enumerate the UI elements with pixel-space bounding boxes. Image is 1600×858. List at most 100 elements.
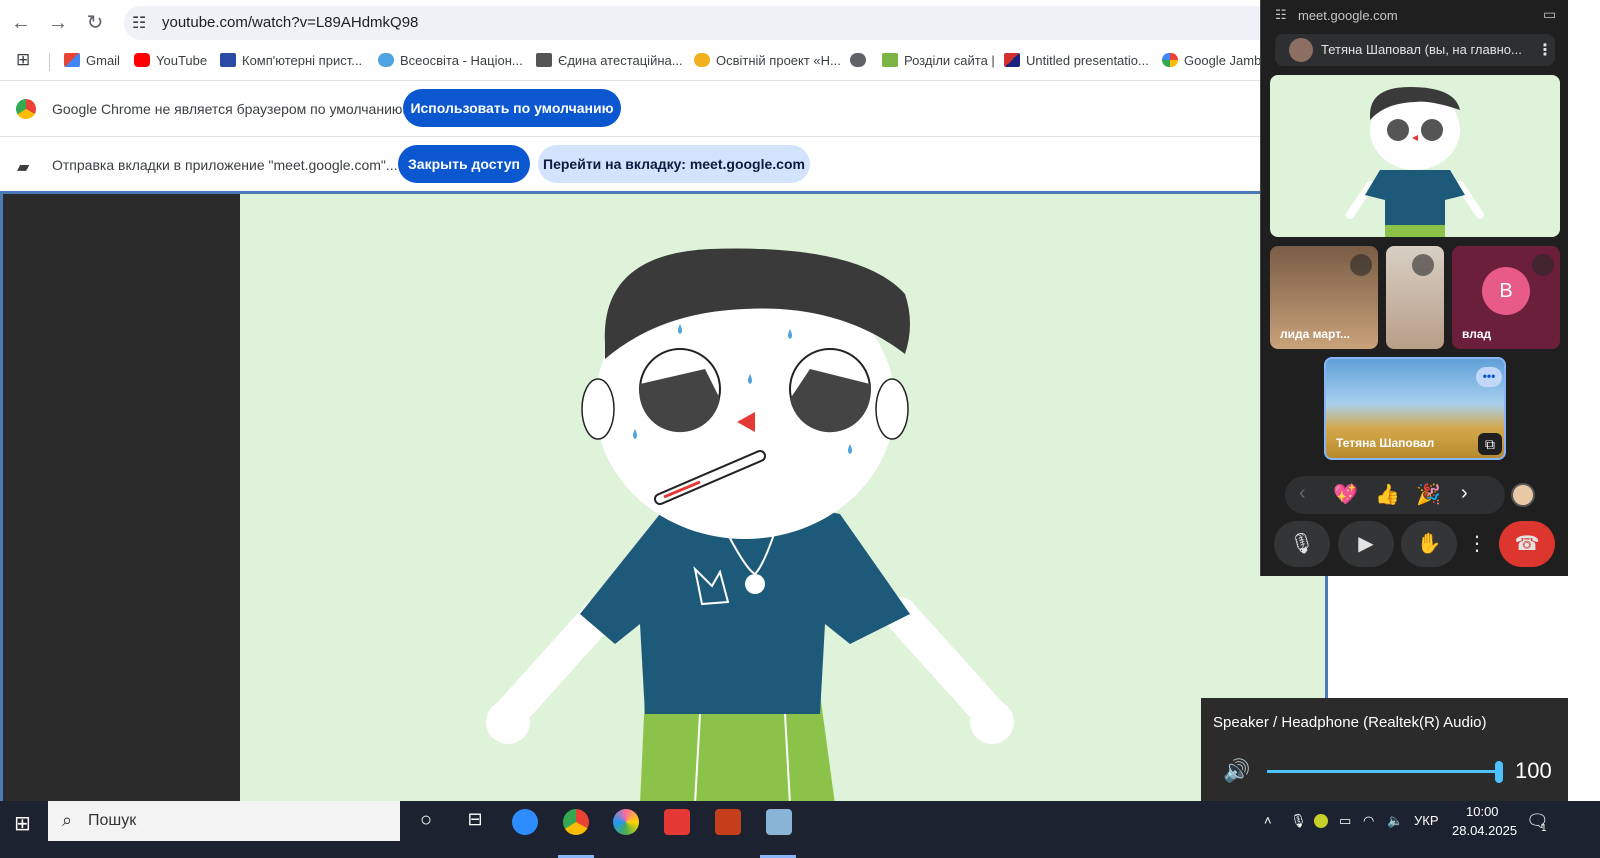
eac-icon (536, 53, 552, 67)
bookmark-globe[interactable] (850, 53, 872, 68)
bookmark-presentation[interactable]: Untitled presentatio... (1004, 53, 1149, 68)
switch-to-meet-tab-button[interactable]: Перейти на вкладку: meet.google.com (538, 145, 810, 183)
video-player[interactable] (0, 191, 1328, 801)
app-tray-icon[interactable] (1314, 814, 1328, 828)
volume-slider-track[interactable] (1267, 770, 1501, 773)
reload-icon[interactable]: ↻ (82, 10, 108, 36)
back-to-tab-icon[interactable]: ▭ (1543, 6, 1556, 23)
mic-icon: 🎙 (1289, 533, 1315, 555)
shared-screen-thumbnail (1346, 87, 1484, 237)
tab-sharing-infobar: ▰ Отправка вкладки в приложение "meet.go… (0, 136, 1290, 192)
presenter-label: Тетяна Шаповал (вы, на главно... (1321, 42, 1522, 57)
bookmark-youtube[interactable]: YouTube (134, 53, 207, 68)
crop-icon[interactable]: ⧉ (1478, 433, 1502, 455)
heart-reaction[interactable]: 💖 (1333, 482, 1358, 507)
presenter-bar[interactable]: Тетяна Шаповал (вы, на главно... ⋮ (1275, 34, 1555, 66)
site-settings-icon[interactable]: ☷ (132, 13, 146, 33)
bookmarks-bar: ⊞ Gmail YouTube Комп'ютерні прист... Все… (0, 46, 1290, 78)
powerpoint-icon[interactable] (715, 809, 741, 835)
bookmark-computers[interactable]: Комп'ютерні прист... (220, 53, 362, 68)
bookmark-label: Розділи сайта | (904, 53, 995, 68)
set-default-button[interactable]: Использовать по умолчанию (403, 89, 621, 127)
bookmark-label: Untitled presentatio... (1026, 53, 1149, 68)
chrome-icon[interactable] (563, 809, 589, 835)
apps-grid-icon[interactable]: ⊞ (16, 50, 30, 70)
forward-arrow-icon[interactable]: → (45, 10, 71, 36)
clock-time[interactable]: 10:00 (1466, 804, 1499, 819)
thumbs-up-reaction[interactable]: 👍 (1375, 482, 1400, 507)
clock-date[interactable]: 28.04.2025 (1452, 823, 1517, 838)
more-options-button[interactable]: ⋮ (1465, 521, 1489, 567)
chevron-left-icon[interactable]: ‹ (1299, 482, 1306, 505)
address-bar[interactable]: ☷ youtube.com/watch?v=L89AHdmkQ98 (124, 6, 1274, 40)
stop-sharing-button[interactable]: Закрыть доступ (398, 145, 530, 183)
globe-icon (850, 53, 866, 67)
bookmark-atestation[interactable]: Єдина атестаційна... (536, 53, 683, 68)
chevron-right-icon[interactable]: › (1461, 482, 1468, 505)
chevron-up-icon[interactable]: ˄ (1264, 813, 1272, 828)
participant-tile[interactable]: В влад (1452, 246, 1560, 349)
paint-icon[interactable] (766, 809, 792, 835)
folder-blue-icon (220, 53, 236, 67)
site-controls-icon[interactable]: ☷ (1275, 7, 1287, 23)
chrome-icon (16, 99, 36, 119)
site-icon (882, 53, 898, 67)
avatar (1289, 38, 1313, 62)
bookmark-project[interactable]: Освітній проект «Н... (694, 53, 841, 68)
skin-tone-button[interactable] (1511, 483, 1535, 507)
youtube-icon (134, 53, 150, 67)
zoom-icon[interactable] (512, 809, 538, 835)
volume-slider-thumb[interactable] (1495, 761, 1503, 783)
battery-icon[interactable]: ▭ (1339, 813, 1351, 829)
participant-tile[interactable] (1386, 246, 1444, 349)
presentation-icon (1004, 53, 1020, 67)
chrome-canary-icon[interactable] (613, 809, 639, 835)
google-icon (1162, 53, 1178, 67)
more-options-icon[interactable]: ••• (1476, 367, 1502, 387)
windows-start-icon[interactable]: ⊞ (14, 811, 31, 836)
infobar-message: Google Chrome не является браузером по у… (52, 101, 407, 117)
bookmark-gmail[interactable]: Gmail (64, 53, 120, 68)
self-view-tile[interactable]: ••• ⧉ Тетяна Шаповал (1324, 357, 1506, 460)
video-frame[interactable] (240, 194, 1325, 801)
more-vert-icon[interactable]: ⋮ (1537, 40, 1553, 60)
participant-name: Тетяна Шаповал (1336, 436, 1435, 450)
wifi-icon[interactable]: ◠ (1363, 813, 1374, 829)
raise-hand-button[interactable]: ✋ (1401, 521, 1457, 567)
speaker-icon[interactable]: 🔊 (1223, 758, 1250, 784)
cortana-icon[interactable]: ○ (413, 809, 439, 835)
task-view-icon[interactable]: ⊟ (462, 809, 488, 835)
main-stage-tile[interactable] (1270, 75, 1560, 237)
meet-pip-window[interactable]: ☷ meet.google.com ▭ Тетяна Шаповал (вы, … (1260, 0, 1568, 576)
url-text: youtube.com/watch?v=L89AHdmkQ98 (162, 14, 419, 31)
bookmark-label: Всеосвіта - Націон... (400, 53, 523, 68)
camera-icon: ▶ (1358, 533, 1374, 555)
volume-value: 100 (1515, 758, 1552, 783)
share-tab-icon: ▰ (17, 159, 30, 176)
participant-name: лида март... (1280, 327, 1351, 341)
search-placeholder: Пошук (88, 812, 137, 829)
avatar: В (1482, 267, 1530, 315)
hand-icon: ✋ (1416, 533, 1442, 555)
mic-off-icon (1412, 254, 1434, 276)
bookmark-label: Єдина атестаційна... (558, 53, 683, 68)
snowflake-icon (378, 53, 394, 67)
gmail-icon (64, 53, 80, 67)
wps-office-icon[interactable] (664, 809, 690, 835)
camera-button[interactable]: ▶ (1338, 521, 1394, 567)
taskbar: ⊞ ⌕ Пошук ○ ⊟ ˄ 🎙 ▭ ◠ 🔈 УКР 10:00 28.04.… (0, 801, 1600, 858)
mic-button[interactable]: 🎙 (1274, 521, 1330, 567)
volume-tray-icon[interactable]: 🔈 (1387, 813, 1403, 829)
language-indicator[interactable]: УКР (1414, 813, 1439, 828)
participant-tile[interactable]: лида март... (1270, 246, 1378, 349)
end-call-button[interactable]: ☎ (1499, 521, 1555, 567)
back-arrow-icon[interactable]: ← (8, 10, 34, 36)
mic-tray-icon[interactable]: 🎙 (1290, 813, 1307, 829)
bookmark-label: Освітній проект «Н... (716, 53, 841, 68)
bookmark-sections[interactable]: Розділи сайта | (882, 53, 995, 68)
party-reaction[interactable]: 🎉 (1416, 482, 1441, 507)
bookmark-vseosvita[interactable]: Всеосвіта - Націон... (378, 53, 523, 68)
taskbar-search[interactable]: ⌕ Пошук (48, 801, 400, 841)
bookmark-label: Комп'ютерні прист... (242, 53, 363, 68)
participant-name: влад (1462, 327, 1492, 341)
